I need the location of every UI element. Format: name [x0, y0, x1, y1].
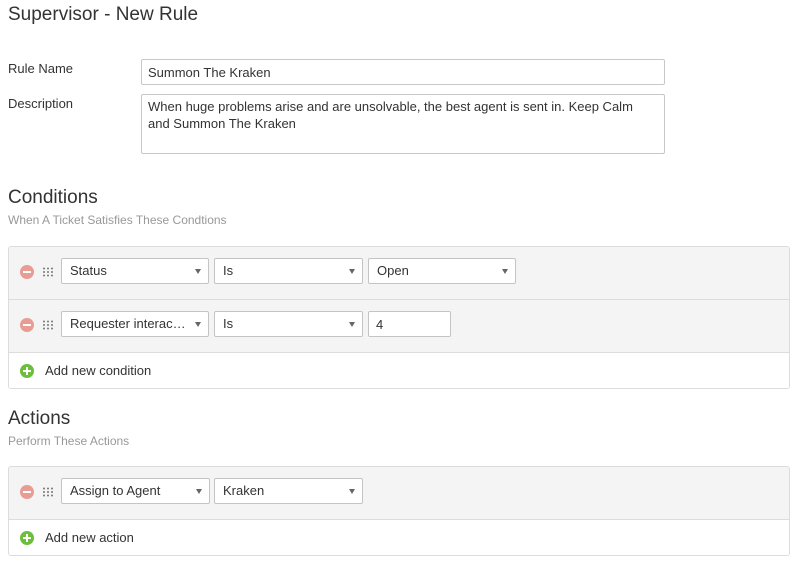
action-value-value: Kraken	[223, 483, 265, 498]
chevron-down-icon	[349, 489, 355, 494]
action-type-value: Assign to Agent	[70, 483, 161, 498]
action-type-select[interactable]: Assign to Agent	[61, 478, 210, 504]
add-condition-row: Add new condition	[9, 353, 789, 388]
condition-operator-value: Is	[223, 263, 234, 278]
page-title: Supervisor - New Rule	[8, 4, 199, 25]
conditions-title: Conditions	[8, 187, 98, 208]
conditions-panel: Status Is Open Requester interacti… Is A…	[8, 246, 790, 389]
remove-condition-icon[interactable]	[20, 265, 34, 279]
chevron-down-icon	[195, 322, 201, 327]
description-label: Description	[8, 96, 74, 111]
chevron-down-icon	[502, 269, 508, 274]
description-textarea[interactable]: When huge problems arise and are unsolva…	[141, 94, 665, 154]
condition-value-select[interactable]: Open	[368, 258, 516, 284]
condition-field-value: Status	[70, 263, 107, 278]
drag-handle-icon[interactable]	[42, 487, 54, 497]
add-action-link[interactable]: Add new action	[45, 530, 134, 545]
rule-name-input[interactable]	[141, 59, 665, 85]
drag-handle-icon[interactable]	[42, 267, 54, 277]
conditions-subtitle: When A Ticket Satisfies These Condtions	[8, 213, 227, 227]
chevron-down-icon	[349, 269, 355, 274]
condition-field-value: Requester interacti…	[70, 316, 193, 331]
condition-field-select[interactable]: Requester interacti…	[61, 311, 209, 337]
rule-name-label: Rule Name	[8, 61, 74, 76]
condition-value-value: Open	[377, 263, 409, 278]
chevron-down-icon	[196, 489, 202, 494]
actions-subtitle: Perform These Actions	[8, 434, 130, 448]
actions-panel: Assign to Agent Kraken Add new action	[8, 466, 790, 556]
condition-row: Status Is Open	[9, 247, 789, 300]
condition-operator-value: Is	[223, 316, 234, 331]
remove-action-icon[interactable]	[20, 485, 34, 499]
add-condition-link[interactable]: Add new condition	[45, 363, 151, 378]
chevron-down-icon	[195, 269, 201, 274]
add-icon[interactable]	[20, 531, 34, 545]
add-action-row: Add new action	[9, 520, 789, 555]
chevron-down-icon	[349, 322, 355, 327]
actions-title: Actions	[8, 408, 71, 429]
condition-operator-select[interactable]: Is	[214, 258, 363, 284]
condition-operator-select[interactable]: Is	[214, 311, 363, 337]
condition-row: Requester interacti… Is	[9, 300, 789, 353]
action-value-select[interactable]: Kraken	[214, 478, 363, 504]
remove-condition-icon[interactable]	[20, 318, 34, 332]
condition-value-input[interactable]	[368, 311, 451, 337]
drag-handle-icon[interactable]	[42, 320, 54, 330]
add-icon[interactable]	[20, 364, 34, 378]
condition-field-select[interactable]: Status	[61, 258, 209, 284]
action-row: Assign to Agent Kraken	[9, 467, 789, 520]
